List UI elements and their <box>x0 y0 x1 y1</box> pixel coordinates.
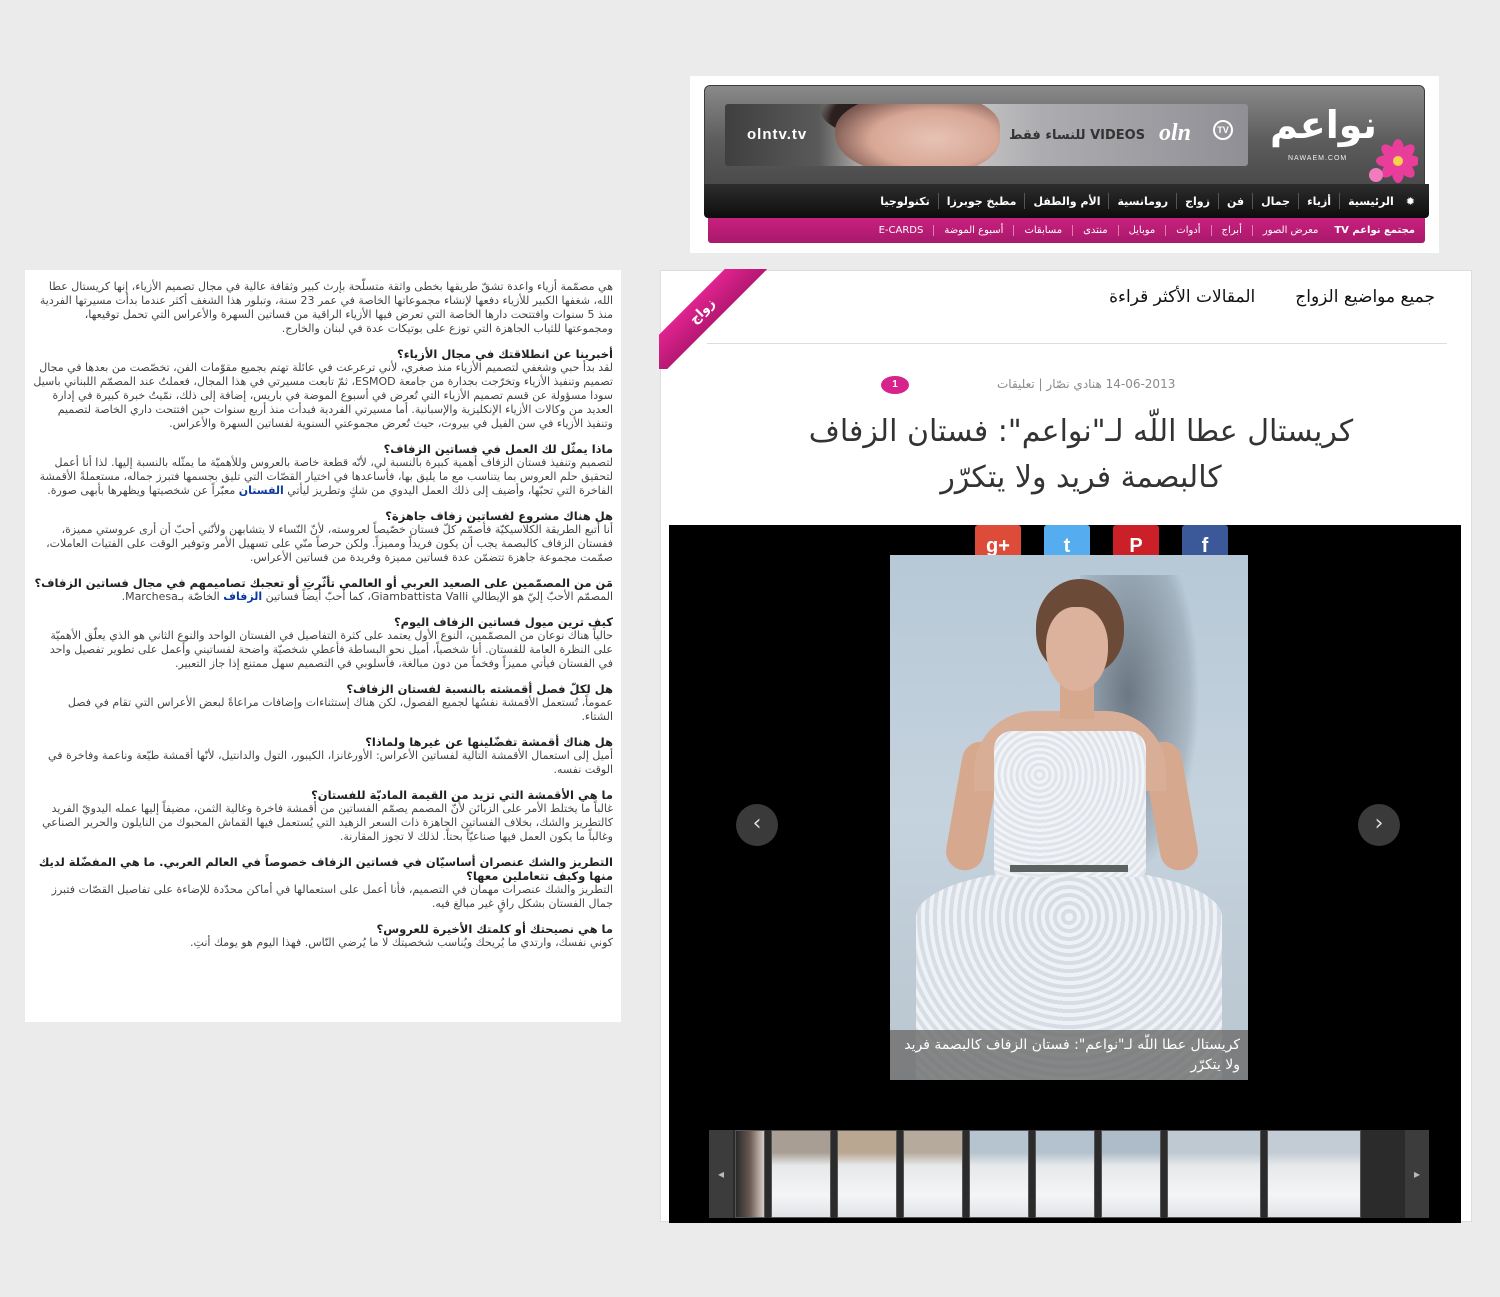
qa-block: ما هي نصيحتك أو كلمتك الأخيرة للعروس؟ كو… <box>33 922 613 950</box>
qa-block: ما هي الأقمشة التي تزيد من القيمة المادي… <box>33 788 613 844</box>
tab-most-read[interactable]: المقالات الأكثر قراءة <box>1109 287 1255 307</box>
subnav-ecards[interactable]: E-CARDS <box>869 225 934 236</box>
nav-wedding[interactable]: زواج <box>1177 195 1218 208</box>
article-meta: 14-06-2013 هنادي نصّار | تعليقات <box>997 377 1176 391</box>
qa-block: هل هناك مشروع لفساتين زفاف جاهزة؟ أنا أت… <box>33 509 613 565</box>
interview-answer: حالياً هناك نوعان من المصمّمين، النوع ال… <box>49 629 613 670</box>
gallery-thumbnail[interactable] <box>735 1130 765 1218</box>
subnav-photo-gallery[interactable]: معرض الصور <box>1253 225 1328 236</box>
nav-kitchen[interactable]: مطبخ جوبرزا <box>939 195 1025 208</box>
interview-question: التطريز والشك عنصران أساسيّان في فساتين … <box>38 855 613 883</box>
interview-question: ما هي نصيحتك أو كلمتك الأخيرة للعروس؟ <box>376 922 613 936</box>
interview-answer: غالباً ما يختلط الأمر على الزبائن لأنّ ا… <box>42 802 613 843</box>
gallery-thumbnail[interactable] <box>1167 1130 1261 1218</box>
subnav-horoscopes[interactable]: أبراج <box>1212 225 1252 236</box>
banner-frame <box>704 85 1425 185</box>
section-tabs: المقالات الأكثر قراءة جميع مواضيع الزواج <box>1109 287 1435 307</box>
photo-dress-bodice <box>994 731 1146 877</box>
interview-answer: عموماً، تُستعمل الأقمشة نفسُها لجميع الف… <box>67 696 613 723</box>
gallery-prev-button[interactable]: ‹ <box>736 804 778 846</box>
nav-beauty[interactable]: جمال <box>1253 195 1298 208</box>
nawaem-tv-community-link[interactable]: مجتمع نواعم TV <box>1328 225 1415 236</box>
answer-text-continued: معبّراً عن شخصيتها ويظهرها بأبهى صورة. <box>47 484 236 497</box>
nav-technology[interactable]: تكنولوجيا <box>872 195 938 208</box>
interview-question: ما هي الأقمشة التي تزيد من القيمة المادي… <box>311 788 613 802</box>
nav-fashion[interactable]: أزياء <box>1299 195 1339 208</box>
qa-block: أخبرينا عن انطلاقتك في مجال الأزياء؟ لقد… <box>33 347 613 431</box>
nav-art[interactable]: فن <box>1219 195 1252 208</box>
interview-question: ماذا يمثّل لك العمل في فساتين الزفاف؟ <box>383 442 613 456</box>
interview-answer: أميل إلى استعمال الأقمشة التالية لفساتين… <box>48 749 613 776</box>
thumbnail-strip: ◂ ▸ <box>709 1130 1429 1218</box>
main-navigation: ✹ الرئيسية أزياء جمال فن زواج رومانسية ا… <box>704 184 1429 218</box>
dress-keyword-link[interactable]: الفستان <box>239 484 284 497</box>
subnav-fashion-week[interactable]: أسبوع الموضة <box>934 225 1013 236</box>
gallery-thumbnail[interactable] <box>1035 1130 1095 1218</box>
qa-block: كيف ترين ميول فساتين الزفاف اليوم؟ حاليا… <box>33 615 613 671</box>
category-ribbon[interactable]: زواج <box>659 269 769 369</box>
interview-question: كيف ترين ميول فساتين الزفاف اليوم؟ <box>393 615 613 629</box>
photo-dress-belt <box>1010 865 1128 872</box>
site-banner: olntv.tv VIDEOS للنساء فقط oln TV نواعم … <box>704 85 1425 185</box>
site-header-clip: olntv.tv VIDEOS للنساء فقط oln TV نواعم … <box>690 76 1439 253</box>
tab-all-wedding-topics[interactable]: جميع مواضيع الزواج <box>1295 287 1435 307</box>
qa-block: هل هناك أقمشة تفضّلينها عن غيرها ولماذا؟… <box>33 735 613 777</box>
subnav-contests[interactable]: مسابقات <box>1014 225 1072 236</box>
thumbnails-prev-button[interactable]: ◂ <box>709 1130 733 1218</box>
qa-block: هل لكلّ فصل أقمشته بالنسبة لفستان الزفاف… <box>33 682 613 724</box>
qa-block: مَن من المصمّمين على الصعيد العربي أو ال… <box>33 576 613 604</box>
answer-text-continued: الخاصّة بـMarchesa. <box>121 590 220 603</box>
sub-navigation: مجتمع نواعم TV معرض الصور أبراج أدوات مو… <box>708 218 1425 243</box>
interview-question: هل لكلّ فصل أقمشته بالنسبة لفستان الزفاف… <box>346 682 613 696</box>
thumbnail-list <box>735 1130 1403 1218</box>
interview-question: هل هناك أقمشة تفضّلينها عن غيرها ولماذا؟ <box>365 735 613 749</box>
qa-block: ماذا يمثّل لك العمل في فساتين الزفاف؟ لت… <box>33 442 613 498</box>
answer-text: المصمّم الأحبّ إليّ هو الإيطالي Giambatt… <box>265 590 613 603</box>
gallery-thumbnail[interactable] <box>1101 1130 1161 1218</box>
subnav-tools[interactable]: أدوات <box>1166 225 1210 236</box>
interview-question: هل هناك مشروع لفساتين زفاف جاهزة؟ <box>385 509 613 523</box>
gallery-thumbnail[interactable] <box>969 1130 1029 1218</box>
gallery-thumbnail[interactable] <box>903 1130 963 1218</box>
photo-gallery: g+ t P f كريستال عطا اللّه لـ"نواعم": فس… <box>669 525 1461 1223</box>
photo-face <box>1046 607 1108 691</box>
nav-romance[interactable]: رومانسية <box>1109 195 1176 208</box>
interview-answer: أنا أتبع الطريقة الكلاسيكيّة فأصمّم كلّ … <box>46 523 613 564</box>
tabs-divider <box>707 343 1447 344</box>
main-photo[interactable] <box>890 555 1248 1080</box>
interview-question: أخبرينا عن انطلاقتك في مجال الأزياء؟ <box>397 347 613 361</box>
interview-question: مَن من المصمّمين على الصعيد العربي أو ال… <box>34 576 613 590</box>
gallery-thumbnail[interactable] <box>771 1130 831 1218</box>
home-star-icon: ✹ <box>1405 194 1415 208</box>
subnav-forum[interactable]: منتدى <box>1073 225 1117 236</box>
article-main-clip: زواج المقالات الأكثر قراءة جميع مواضيع ا… <box>659 269 1472 1223</box>
gallery-thumbnail[interactable] <box>837 1130 897 1218</box>
gallery-thumbnail[interactable] <box>1267 1130 1361 1218</box>
article-body-clip: هي مصمّمة أزياء واعدة تشقّ طريقها بخطى و… <box>25 270 621 1022</box>
category-ribbon-label: زواج <box>659 269 769 369</box>
comment-count-badge[interactable]: 1 <box>881 376 909 394</box>
gallery-next-button[interactable]: › <box>1358 804 1400 846</box>
nav-mother-child[interactable]: الأم والطفل <box>1025 195 1108 208</box>
nav-home[interactable]: الرئيسية <box>1340 195 1402 208</box>
interview-answer: المصمّم الأحبّ إليّ هو الإيطالي Giambatt… <box>33 590 613 604</box>
article-intro: هي مصمّمة أزياء واعدة تشقّ طريقها بخطى و… <box>39 280 613 335</box>
interview-answer: التطريز والشك عنصرات مهمان في التصميم، ف… <box>51 883 613 910</box>
interview-answer: لقد بدأ حبي وشغفي لتصميم الأزياء منذ صغر… <box>33 361 613 430</box>
photo-caption: كريستال عطا اللّه لـ"نواعم": فستان الزفا… <box>890 1030 1248 1080</box>
wedding-keyword-link[interactable]: الزفاف <box>223 590 262 603</box>
qa-block: التطريز والشك عنصران أساسيّان في فساتين … <box>33 855 613 911</box>
interview-answer: لتصميم وتنفيذ فستان الزفاف أهمية كبيرة ب… <box>33 456 613 498</box>
thumbnails-next-button[interactable]: ▸ <box>1405 1130 1429 1218</box>
subnav-mobile[interactable]: موبايل <box>1119 225 1166 236</box>
interview-answer: كوني نفسك، وارتدي ما يُريحك ويُناسب شخصي… <box>190 936 613 949</box>
article-title: كريستال عطا اللّه لـ"نواعم": فستان الزفا… <box>808 414 1354 495</box>
